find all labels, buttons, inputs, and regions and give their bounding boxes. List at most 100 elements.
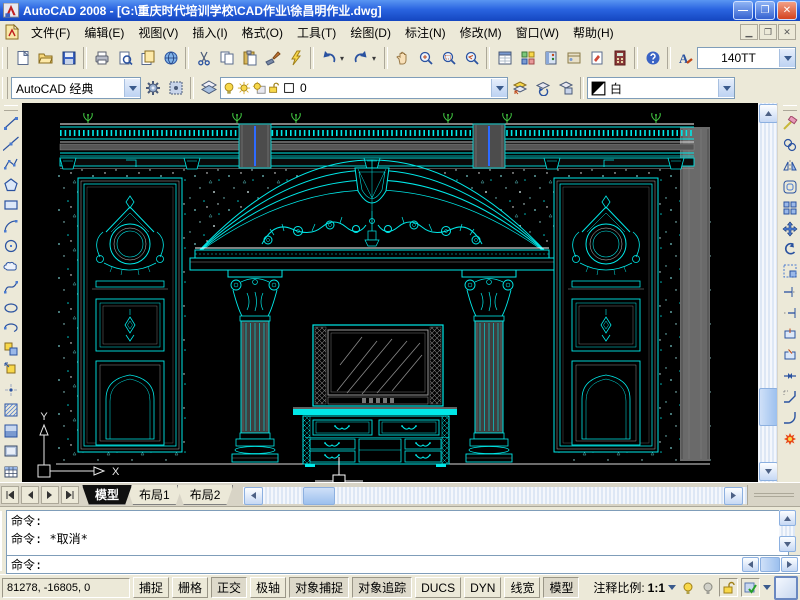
rotate-button[interactable]: [779, 239, 800, 260]
tab-first-button[interactable]: [1, 486, 19, 504]
undo-button[interactable]: [317, 46, 340, 70]
match-properties-button[interactable]: [261, 46, 284, 70]
annotation-visibility-icon[interactable]: [679, 579, 696, 596]
properties-button[interactable]: [493, 46, 516, 70]
scroll-up-button[interactable]: [779, 510, 796, 526]
command-history[interactable]: 命令:命令: *取消*: [6, 510, 789, 556]
toolbar-unlock-icon[interactable]: [719, 578, 738, 597]
copy-obj-button[interactable]: [779, 134, 800, 155]
layer-update-button[interactable]: [531, 76, 554, 100]
horizontal-scroll-thumb[interactable]: [303, 487, 335, 505]
scroll-down-button[interactable]: [779, 536, 796, 552]
polygon-button[interactable]: [1, 174, 22, 195]
zoom-realtime-button[interactable]: [414, 46, 437, 70]
coordinate-readout[interactable]: 81278, -16805, 0: [2, 578, 130, 598]
scroll-right-button[interactable]: [781, 557, 798, 572]
toggle-dyn[interactable]: DYN: [464, 577, 501, 598]
toolbar-grip[interactable]: [2, 47, 8, 69]
menu-item-3[interactable]: 插入(I): [185, 21, 234, 44]
ellipse-arc-button[interactable]: [1, 318, 22, 339]
tab-layout2[interactable]: 布局2: [177, 485, 234, 505]
layer-freeze-icon[interactable]: [236, 81, 251, 96]
block-editor-button[interactable]: [284, 46, 307, 70]
new-button[interactable]: [11, 46, 34, 70]
menu-item-4[interactable]: 格式(O): [235, 21, 290, 44]
revcloud-button[interactable]: [1, 256, 22, 277]
annotation-sync-icon[interactable]: [741, 578, 760, 597]
copy-button[interactable]: [215, 46, 238, 70]
designcenter-button[interactable]: [516, 46, 539, 70]
tab-layout1[interactable]: 布局1: [126, 485, 183, 505]
command-history-scrollbar[interactable]: [779, 510, 795, 552]
menu-item-2[interactable]: 视图(V): [131, 21, 185, 44]
break-at-point-button[interactable]: [779, 323, 800, 344]
menu-item-5[interactable]: 工具(T): [290, 21, 343, 44]
chamfer-button[interactable]: [779, 386, 800, 407]
insert-block-button[interactable]: [1, 338, 22, 359]
toolbar-grip[interactable]: [4, 105, 18, 111]
command-scroll-thumb[interactable]: [760, 557, 780, 572]
move-button[interactable]: [779, 218, 800, 239]
plot-button[interactable]: [90, 46, 113, 70]
quickcalc-button[interactable]: [608, 46, 631, 70]
trim-button[interactable]: [779, 281, 800, 302]
restore-button[interactable]: ❐: [755, 1, 775, 20]
rectangle-button[interactable]: [1, 195, 22, 216]
splitter-grip[interactable]: [747, 485, 800, 505]
make-block-button[interactable]: [1, 359, 22, 380]
redo-button[interactable]: [349, 46, 372, 70]
toggle-grid[interactable]: 栅格: [172, 577, 208, 598]
xline-button[interactable]: [1, 133, 22, 154]
layer-unlock-icon[interactable]: [266, 81, 281, 96]
arc-button[interactable]: [1, 215, 22, 236]
open-button[interactable]: [34, 46, 57, 70]
chevron-down-icon[interactable]: [668, 585, 676, 590]
drawing-file-icon[interactable]: [4, 24, 20, 40]
color-combo[interactable]: 白: [587, 77, 735, 99]
toolbar-grip[interactable]: [2, 77, 8, 99]
table-button[interactable]: [1, 461, 22, 482]
layer-on-icon[interactable]: [221, 81, 236, 96]
publish-button[interactable]: [136, 46, 159, 70]
zoom-previous-button[interactable]: [460, 46, 483, 70]
layer-color-swatch-icon[interactable]: [281, 81, 296, 96]
undo-dropdown[interactable]: ▾: [340, 46, 349, 70]
spline-button[interactable]: [1, 277, 22, 298]
chevron-down-icon[interactable]: [718, 79, 734, 97]
close-button[interactable]: ✕: [777, 1, 797, 20]
tab-model[interactable]: 模型: [82, 485, 132, 505]
plot-preview-button[interactable]: [113, 46, 136, 70]
fillet-button[interactable]: [779, 407, 800, 428]
menu-item-7[interactable]: 标注(N): [398, 21, 453, 44]
scroll-left-button[interactable]: [244, 487, 263, 505]
annotation-scale-value[interactable]: 1:1: [648, 581, 665, 595]
layer-combo[interactable]: 0: [220, 77, 508, 99]
hatch-button[interactable]: [1, 400, 22, 421]
my-workspace-button[interactable]: [164, 76, 187, 100]
menu-item-1[interactable]: 编辑(E): [77, 21, 131, 44]
minimize-button[interactable]: —: [733, 1, 753, 20]
toggle-ducs[interactable]: DUCS: [415, 577, 461, 598]
annotation-autoscale-icon[interactable]: [699, 579, 716, 596]
tab-prev-button[interactable]: [21, 486, 39, 504]
scroll-left-button[interactable]: [742, 557, 759, 572]
markup-set-manager-button[interactable]: [585, 46, 608, 70]
sheetset-manager-button[interactable]: [562, 46, 585, 70]
toggle-otrack[interactable]: 对象追踪: [352, 577, 412, 598]
menu-item-8[interactable]: 修改(M): [453, 21, 509, 44]
point-button[interactable]: [1, 379, 22, 400]
explode-button[interactable]: [779, 428, 800, 449]
workspace-settings-button[interactable]: [141, 76, 164, 100]
zoom-window-button[interactable]: [437, 46, 460, 70]
mdi-minimize-button[interactable]: ▁: [740, 24, 758, 40]
mdi-close-button[interactable]: ✕: [778, 24, 796, 40]
vertical-scroll-thumb[interactable]: [759, 388, 778, 426]
mdi-restore-button[interactable]: ❐: [759, 24, 777, 40]
menu-item-10[interactable]: 帮助(H): [566, 21, 621, 44]
scroll-down-button[interactable]: [759, 462, 778, 481]
vertical-scrollbar[interactable]: [758, 103, 777, 482]
workspace-combo[interactable]: AutoCAD 经典: [11, 77, 141, 99]
pan-button[interactable]: [391, 46, 414, 70]
array-button[interactable]: [779, 197, 800, 218]
make-layer-current-button[interactable]: [508, 76, 531, 100]
